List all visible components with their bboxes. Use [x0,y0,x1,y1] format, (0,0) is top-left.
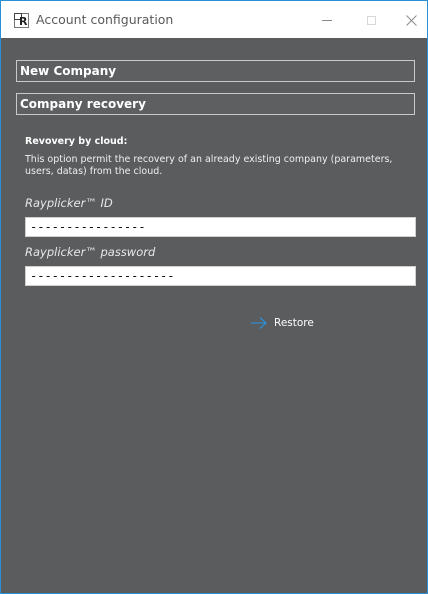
rayplicker-password-field[interactable]: -------------------- [25,266,416,286]
company-recovery-button[interactable]: Company recovery [16,93,415,115]
new-company-button[interactable]: New Company [16,60,415,82]
restore-button[interactable]: Restore [250,314,314,332]
arrow-right-icon [251,317,267,329]
close-icon [405,14,417,26]
close-button[interactable] [397,9,425,31]
maximize-button[interactable] [357,9,385,31]
restore-label: Restore [274,317,314,329]
window-title: Account configuration [36,12,174,27]
recovery-title: Revovery by cloud: [25,136,128,147]
account-configuration-window: R Account configuration New Company Comp… [0,0,428,594]
app-icon: R [14,13,29,28]
app-icon-letter: R [19,15,28,28]
maximize-icon [366,15,376,25]
rayplicker-id-label: Rayplicker™ ID [25,196,113,210]
rayplicker-id-field[interactable]: ---------------- [25,217,416,237]
minimize-icon [322,19,332,21]
title-bar[interactable]: R Account configuration [1,1,427,38]
minimize-button[interactable] [313,9,341,31]
rayplicker-password-label: Rayplicker™ password [25,245,156,259]
recovery-description: This option permit the recovery of an al… [25,154,393,177]
